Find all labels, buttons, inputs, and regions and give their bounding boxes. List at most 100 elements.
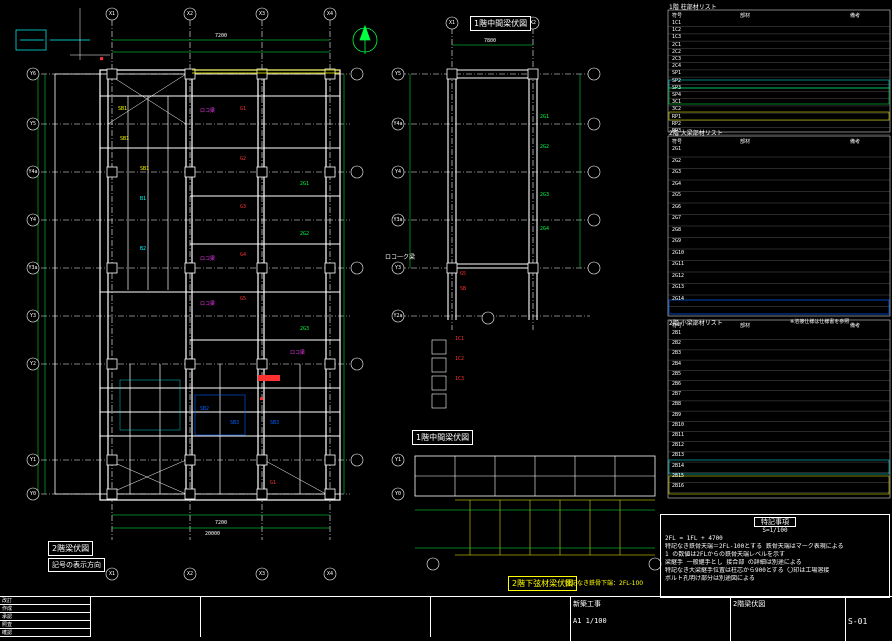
table3-header-note: 備考 <box>850 323 861 329</box>
table1-row-code: RP3 <box>672 128 682 134</box>
grid-bubble-small-Y0: Y0 <box>394 491 402 497</box>
table3-row-code: 2B12 <box>672 442 685 449</box>
grid-bubble-left-Y3a: Y3a <box>28 265 38 271</box>
grid-bubble-left-Y4: Y4 <box>29 217 37 223</box>
table2-header-member: 部材 <box>740 139 751 145</box>
grid-bubble-small-Y1: Y1 <box>394 457 402 463</box>
table1-row-code: SP3 <box>672 84 682 91</box>
note-line: 特記なき鉄骨天端＝2FL-100とする 鉄骨天端はマーク表現による <box>665 543 844 550</box>
table1-row-code: 3C1 <box>672 99 682 106</box>
svg-text:ロコ梁: ロコ梁 <box>200 107 215 114</box>
svg-text:G3: G3 <box>240 204 246 210</box>
table2-row-code: 2G5 <box>672 192 682 198</box>
table3-row-code: 2B13 <box>672 452 685 459</box>
table3-row-code: 2B2 <box>672 340 682 347</box>
scale-label: A1 1/100 <box>573 617 607 625</box>
table3-row-code: 2B4 <box>672 360 682 367</box>
table1-row-code: SP1 <box>672 70 682 77</box>
table3-row-code: 2B5 <box>672 370 682 377</box>
bottom-plan-note: 特記なき鉄骨下端：2FL-100 <box>565 580 644 587</box>
svg-text:1C2: 1C2 <box>455 356 464 362</box>
table3-row-code: 2B10 <box>672 421 685 428</box>
note-line: 特記なき大梁継手位置は柱芯から900とする 〇印は工場溶接 <box>665 567 830 574</box>
grid-bubble-top-X3: X3 <box>258 11 266 17</box>
project-cell: 新築工事 A1 1/100 <box>570 597 735 641</box>
grid-bubble-left-Y1: Y1 <box>29 457 37 463</box>
svg-text:ロコ梁: ロコ梁 <box>200 255 215 262</box>
table3-row-code: 2B14 <box>672 462 685 469</box>
table1-header-code: 符号 <box>672 13 683 19</box>
note-line: 梁継手 一般継手とし 接合部 の詳細は別途による <box>665 559 802 566</box>
grid-bubble-top-X2: X2 <box>186 11 194 17</box>
dimension-top: 7200 <box>215 33 228 39</box>
svg-text:SB3: SB3 <box>230 420 239 426</box>
grid-bubble-mid-X1: X1 <box>448 20 456 26</box>
table1-header-member: 部材 <box>740 13 751 19</box>
grid-bubble-mid-left-Y3a: Y3a <box>393 217 403 223</box>
table1-row-code: 2C4 <box>672 63 682 70</box>
svg-text:2G3: 2G3 <box>540 192 549 198</box>
svg-text:2G3: 2G3 <box>300 326 309 332</box>
grid-bubble-mid-left-Y2a: Y2a <box>393 313 403 319</box>
table3-header-code: 符号 <box>672 323 683 329</box>
table3-header-member: 部材 <box>740 323 751 329</box>
table1-header-note: 備考 <box>850 13 861 19</box>
table1-row-code: 1C2 <box>672 27 682 34</box>
title-cell: 2階梁伏図 <box>730 597 850 641</box>
table3-note: ※溶接仕様は仕様書を参照 <box>790 319 850 325</box>
table1-row-code: RP1 <box>672 113 682 120</box>
table1-row-code: 3C2 <box>672 106 682 113</box>
revision-table-a <box>90 597 201 637</box>
table1-row-code: 2C3 <box>672 56 682 62</box>
grid-bubble-bottom-X3: X3 <box>258 571 266 577</box>
svg-text:ロコ梁: ロコ梁 <box>290 349 305 356</box>
svg-text:G4: G4 <box>240 252 246 258</box>
grid-bubble-bottom-X4: X4 <box>326 571 334 577</box>
notes-panel: 特記事項 S=1/100 2FL = 1FL + 4700 特記なき鉄骨天端＝2F… <box>660 514 890 598</box>
svg-text:SB1: SB1 <box>118 106 127 112</box>
revision-row: 承認 <box>0 613 90 621</box>
grid-bubble-top-X4: X4 <box>326 11 334 17</box>
grid-bubble-left-Y4a: Y4a <box>28 169 38 175</box>
small-plan-caption: 1階中間梁伏図 <box>412 430 474 445</box>
mid-beam-label: ロコ一ク梁 <box>385 254 416 261</box>
table3-row-code: 2B11 <box>672 432 685 438</box>
table3-row-code: 2B8 <box>672 401 682 408</box>
table2-header-note: 備考 <box>850 139 861 145</box>
revision-column: 改訂 作成 承認 照査 確認 <box>0 597 90 637</box>
table1-row-code: 1C3 <box>672 34 682 41</box>
table1-row-code: SP4 <box>672 92 682 98</box>
table1-row-code: 2C1 <box>672 41 682 48</box>
svg-text:2G1: 2G1 <box>540 114 549 120</box>
table2-row-code: 2G2 <box>672 157 682 164</box>
title-block: 改訂 作成 承認 照査 確認 新築工事 A1 1/100 2階梁伏図 S-01 <box>0 596 892 641</box>
svg-text:G5: G5 <box>460 271 466 277</box>
grid-bubble-left-Y6: Y6 <box>29 71 37 77</box>
svg-text:ロコ梁: ロコ梁 <box>200 300 215 307</box>
notes-scale: S=1/100 <box>762 527 788 534</box>
dimension-mid: 7800 <box>484 38 497 44</box>
main-plan-subcaption: 記号の表示方向 <box>48 558 105 572</box>
grid-bubble-left-Y0: Y0 <box>29 491 37 497</box>
svg-text:2G2: 2G2 <box>300 231 309 237</box>
svg-text:1C3: 1C3 <box>455 376 464 382</box>
grid-bubble-mid-X2: X2 <box>529 20 537 26</box>
grid-bubble-left-Y3: Y3 <box>29 313 37 319</box>
grid-bubble-mid-left-Y3: Y3 <box>394 265 402 271</box>
revision-row: 照査 <box>0 621 90 629</box>
project-name: 新築工事 <box>573 600 601 608</box>
table3-row-code: 2B6 <box>672 381 682 387</box>
svg-text:G1: G1 <box>240 106 246 112</box>
note-line: 1 の数値は2FLからの鉄骨天端レベルを示す <box>665 551 786 558</box>
table3-row-code: 2B9 <box>672 411 682 418</box>
dimension-total: 20000 <box>205 531 221 537</box>
table2-header-code: 符号 <box>672 139 683 145</box>
svg-text:G1: G1 <box>270 480 276 486</box>
grid-bubble-top-X1: X1 <box>108 11 116 17</box>
grid-bubble-mid-left-Y5: Y5 <box>394 71 402 77</box>
svg-text:1C1: 1C1 <box>455 336 464 342</box>
table3-row-code: 2B1 <box>672 330 682 336</box>
svg-text:G2: G2 <box>240 156 246 162</box>
table1-row-code: 1C1 <box>672 20 682 26</box>
svg-text:SB1: SB1 <box>140 166 149 172</box>
